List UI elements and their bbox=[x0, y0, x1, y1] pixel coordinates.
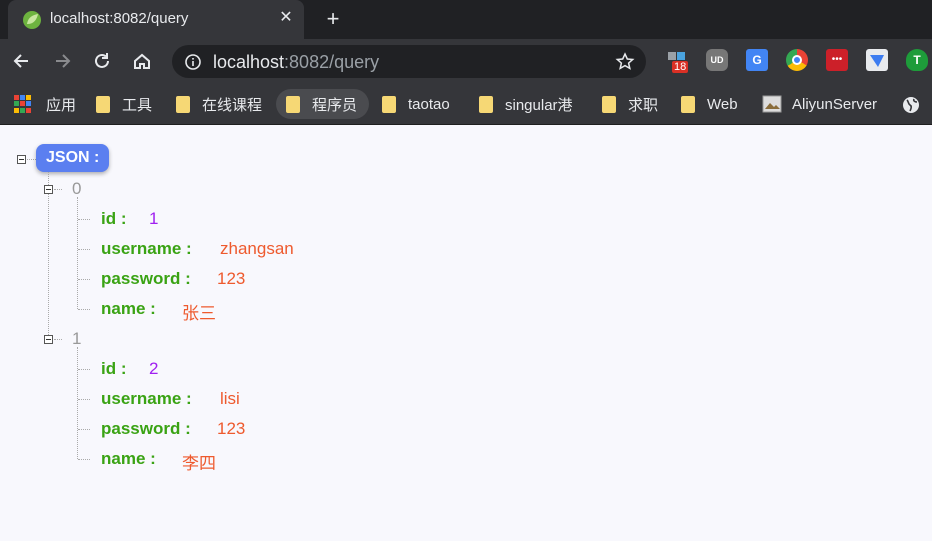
tree-line bbox=[78, 309, 90, 310]
browser-toolbar: localhost:8082/query 18 UD G ••• T bbox=[0, 39, 932, 84]
collapse-item-0-toggle[interactable] bbox=[44, 185, 53, 194]
tab-query[interactable]: localhost:8082/query ✕ bbox=[8, 0, 304, 39]
apps-grid-icon bbox=[14, 95, 32, 113]
url-text[interactable]: localhost:8082/query bbox=[213, 52, 379, 73]
folder-icon bbox=[681, 95, 695, 113]
tree-line bbox=[78, 219, 90, 220]
bookmark-aliyunserver[interactable]: AliyunServer bbox=[762, 89, 877, 119]
url-path: :8082/query bbox=[284, 52, 380, 72]
folder-icon bbox=[382, 95, 396, 113]
tab-close-button[interactable]: ✕ bbox=[276, 8, 296, 28]
item-index[interactable]: 1 bbox=[72, 329, 81, 349]
tree-line bbox=[78, 429, 90, 430]
image-bookmark-icon bbox=[762, 95, 782, 113]
field-value: 123 bbox=[217, 269, 246, 288]
folder-icon bbox=[479, 95, 493, 113]
back-icon[interactable] bbox=[8, 47, 36, 75]
home-icon[interactable] bbox=[128, 47, 156, 75]
puzzle-extension-icon[interactable]: 18 bbox=[666, 49, 689, 73]
bookmark-label: 应用 bbox=[46, 96, 77, 114]
folder-icon bbox=[602, 95, 616, 113]
json-viewer: JSON : 0 id : 1 username : zhangsan pass… bbox=[0, 125, 932, 541]
field-value: 张三 bbox=[182, 304, 216, 323]
ublock-extension-icon[interactable]: UD bbox=[706, 49, 728, 71]
collapse-item-1-toggle[interactable] bbox=[44, 335, 53, 344]
new-tab-button[interactable]: + bbox=[320, 6, 346, 32]
reload-icon[interactable] bbox=[88, 47, 116, 75]
bookmark-label: AliyunServer bbox=[792, 95, 878, 113]
field-key: name : bbox=[101, 449, 156, 468]
tree-line bbox=[78, 249, 90, 250]
tree-line bbox=[78, 459, 90, 460]
lastpass-extension-icon[interactable]: ••• bbox=[826, 49, 848, 71]
tree-line bbox=[54, 339, 62, 340]
bookmark-label: 在线课程 bbox=[202, 96, 263, 114]
tree-line bbox=[78, 399, 90, 400]
field-value: 李四 bbox=[182, 454, 216, 473]
bookmark-label: 工具 bbox=[122, 96, 153, 114]
chrome-extension-icon[interactable] bbox=[786, 49, 808, 71]
folder-icon bbox=[176, 95, 190, 113]
json-root-label[interactable]: JSON : bbox=[36, 144, 110, 172]
field-value: zhangsan bbox=[220, 239, 294, 258]
extension-badge: 18 bbox=[672, 61, 689, 73]
tab-strip: localhost:8082/query ✕ + bbox=[0, 0, 932, 39]
bookmark-label: taotao bbox=[408, 95, 450, 113]
bookmark-singular[interactable]: singular港 bbox=[479, 89, 573, 119]
tab-title: localhost:8082/query bbox=[50, 10, 189, 27]
bookmark-label: singular港 bbox=[505, 96, 573, 114]
folder-icon bbox=[286, 95, 300, 113]
bookmark-label: 程序员 bbox=[312, 96, 358, 114]
bookmark-label: 求职 bbox=[628, 96, 659, 114]
address-bar[interactable]: localhost:8082/query bbox=[172, 45, 646, 78]
field-key: username : bbox=[101, 389, 192, 408]
field-value: 123 bbox=[217, 419, 246, 438]
tampermonkey-extension-icon[interactable]: T bbox=[906, 49, 928, 71]
tree-line bbox=[78, 279, 90, 280]
tree-line bbox=[78, 369, 90, 370]
bookmark-star-icon[interactable] bbox=[614, 51, 636, 73]
field-key: password : bbox=[101, 419, 191, 438]
tree-line bbox=[54, 189, 62, 190]
bookmark-programmer[interactable]: 程序员 bbox=[276, 89, 370, 119]
tree-line bbox=[77, 197, 78, 309]
item-index[interactable]: 0 bbox=[72, 179, 81, 199]
url-host: localhost bbox=[213, 52, 285, 72]
tree-line bbox=[27, 159, 36, 160]
field-key: id : bbox=[101, 359, 127, 378]
bookmark-taotao[interactable]: taotao bbox=[382, 89, 450, 119]
folder-icon bbox=[96, 95, 110, 113]
field-value: lisi bbox=[220, 389, 240, 408]
globe-icon[interactable] bbox=[902, 96, 920, 114]
feishu-extension-icon[interactable] bbox=[866, 49, 888, 71]
field-key: password : bbox=[101, 269, 191, 288]
bookmark-online-courses[interactable]: 在线课程 bbox=[176, 89, 262, 119]
bookmark-label: Web bbox=[707, 95, 738, 113]
field-value: 2 bbox=[149, 359, 159, 378]
field-key: id : bbox=[101, 209, 127, 228]
bookmark-apps[interactable]: 应用 bbox=[14, 89, 76, 119]
field-key: name : bbox=[101, 299, 156, 318]
bookmarks-bar: 应用 工具 在线课程 程序员 taotao singular港 求职 Web A… bbox=[0, 84, 932, 125]
field-value: 1 bbox=[149, 209, 159, 228]
bookmark-job[interactable]: 求职 bbox=[602, 89, 658, 119]
forward-icon[interactable] bbox=[48, 47, 76, 75]
tree-line bbox=[77, 347, 78, 459]
tree-line bbox=[48, 172, 49, 337]
collapse-root-toggle[interactable] bbox=[17, 155, 26, 164]
info-icon[interactable] bbox=[184, 53, 202, 71]
google-translate-extension-icon[interactable]: G bbox=[746, 49, 768, 71]
bookmark-tools[interactable]: 工具 bbox=[96, 89, 152, 119]
spring-leaf-icon bbox=[23, 11, 41, 29]
field-key: username : bbox=[101, 239, 192, 258]
bookmark-web[interactable]: Web bbox=[681, 89, 738, 119]
